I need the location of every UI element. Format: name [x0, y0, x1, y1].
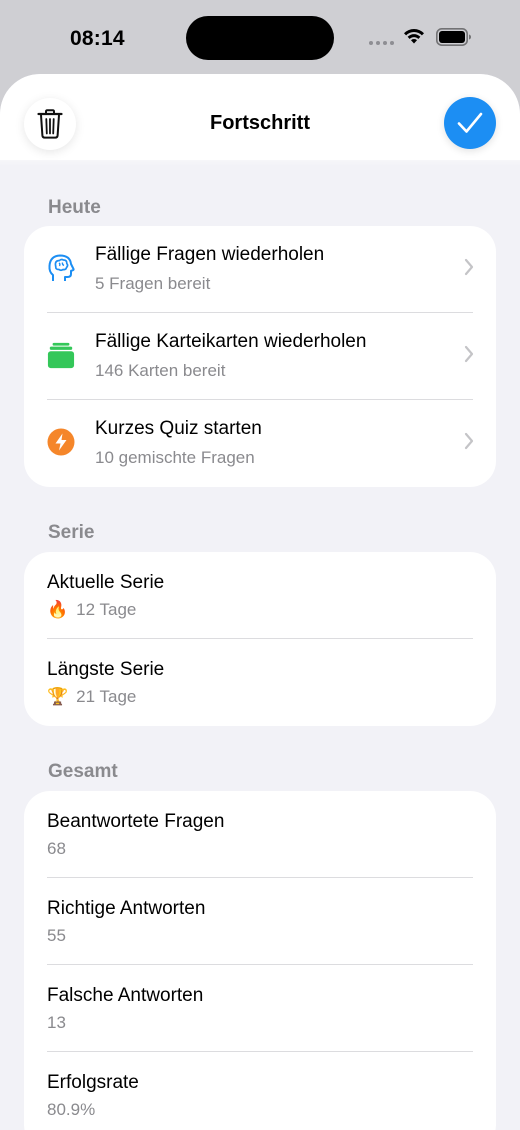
row-title: Falsche Antworten — [47, 985, 204, 1006]
chevron-right-icon — [464, 258, 474, 276]
row-subtitle: 10 gemischte Fragen — [95, 448, 255, 467]
row-value: 55 — [47, 926, 66, 945]
page-title: Fortschritt — [210, 112, 310, 134]
bolt-icon — [47, 428, 75, 456]
row-title: Erfolgsrate — [47, 1072, 139, 1093]
list-item-current-streak: Aktuelle Serie 🔥 12 Tage — [24, 552, 496, 639]
row-value: 80.9% — [47, 1100, 96, 1119]
row-value: 🏆 21 Tage — [47, 687, 137, 706]
cellular-signal-icon — [369, 41, 394, 45]
section-header-today: Heute — [48, 197, 101, 218]
status-time: 08:14 — [70, 27, 125, 50]
section-header-streak: Serie — [48, 522, 95, 543]
wifi-icon — [404, 28, 424, 44]
fire-icon: 🔥 — [47, 600, 69, 619]
status-bar: 08:14 — [0, 0, 520, 76]
navigation-bar: Fortschritt — [0, 74, 520, 160]
streak-card: Aktuelle Serie 🔥 12 Tage Längste Serie 🏆 2… — [24, 552, 496, 726]
row-subtitle: 5 Fragen bereit — [95, 274, 211, 293]
chevron-right-icon — [464, 432, 474, 450]
progress-sheet: Fortschritt Heute Fällige Fragen wiederh… — [0, 74, 520, 1130]
trophy-icon: 🏆 — [47, 687, 69, 706]
battery-icon — [436, 28, 471, 46]
done-button[interactable] — [444, 97, 496, 149]
brain-icon — [47, 254, 75, 282]
today-card: Fällige Fragen wiederholen 5 Fragen bere… — [24, 226, 496, 487]
list-item-correct: Richtige Antworten 55 — [24, 878, 496, 965]
row-title: Beantwortete Fragen — [47, 811, 225, 832]
total-card: Beantwortete Fragen 68 Richtige Antworte… — [24, 791, 496, 1130]
list-item-quick-quiz[interactable]: Kurzes Quiz starten 10 gemischte Fragen — [24, 400, 496, 487]
list-item-longest-streak: Längste Serie 🏆 21 Tage — [24, 639, 496, 726]
row-value: 13 — [47, 1013, 66, 1032]
list-item-wrong: Falsche Antworten 13 — [24, 965, 496, 1052]
chevron-right-icon — [464, 345, 474, 363]
list-item-review-questions[interactable]: Fällige Fragen wiederholen 5 Fragen bere… — [24, 226, 496, 313]
row-title: Fällige Karteikarten wiederholen — [95, 331, 367, 352]
row-value: 68 — [47, 839, 66, 858]
row-title: Längste Serie — [47, 659, 165, 680]
list-item-review-flashcards[interactable]: Fällige Karteikarten wiederholen 146 Kar… — [24, 313, 496, 400]
section-header-total: Gesamt — [48, 761, 118, 782]
checkmark-icon — [457, 112, 483, 133]
row-value: 🔥 12 Tage — [47, 600, 137, 619]
row-title: Fällige Fragen wiederholen — [95, 244, 325, 265]
row-title: Kurzes Quiz starten — [95, 418, 262, 439]
list-item-success-rate: Erfolgsrate 80.9% — [24, 1052, 496, 1130]
dynamic-island — [186, 16, 334, 60]
list-item-answered: Beantwortete Fragen 68 — [24, 791, 496, 878]
row-subtitle: 146 Karten bereit — [95, 361, 226, 380]
row-title: Richtige Antworten — [47, 898, 206, 919]
row-title: Aktuelle Serie — [47, 572, 165, 593]
cards-icon — [47, 341, 75, 369]
